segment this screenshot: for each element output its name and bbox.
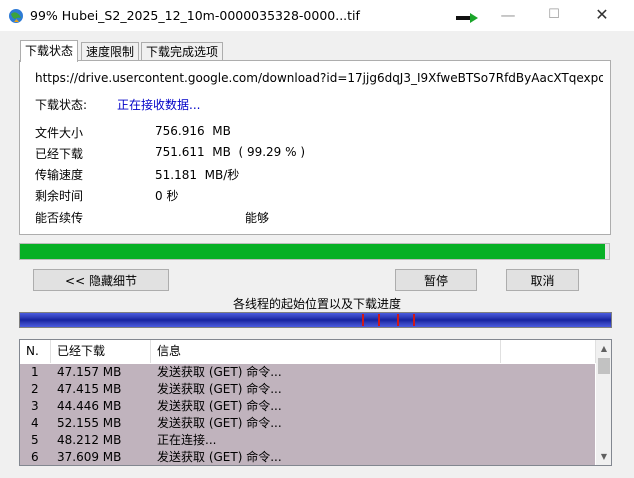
header-info[interactable]: 信息	[151, 340, 501, 363]
cancel-button[interactable]: 取消	[506, 269, 579, 291]
row-downloaded: 47.157 MB	[57, 365, 122, 379]
table-row[interactable]: 6 37.609 MB 发送获取 (GET) 命令...	[20, 449, 595, 465]
row-info: 发送获取 (GET) 命令...	[157, 399, 282, 413]
remaining-label: 剩余时间	[35, 189, 84, 203]
row-info: 发送获取 (GET) 命令...	[157, 450, 282, 464]
tab-speed-limit[interactable]: 速度限制	[81, 42, 140, 61]
status-panel: https://drive.usercontent.google.com/dow…	[19, 60, 611, 235]
status-label: 下载状态:	[35, 98, 88, 112]
close-button[interactable]: ✕	[579, 0, 625, 31]
thread-marker	[397, 314, 399, 326]
row-number: 2	[31, 382, 39, 396]
thread-marker	[378, 314, 380, 326]
row-downloaded: 44.446 MB	[57, 399, 122, 413]
header-blank	[501, 340, 596, 363]
row-info: 正在连接...	[157, 433, 217, 447]
row-downloaded: 48.212 MB	[57, 433, 122, 447]
row-number: 4	[31, 416, 39, 430]
table-row[interactable]: 3 44.446 MB 发送获取 (GET) 命令...	[20, 398, 595, 415]
title-bar: 99% Hubei_S2_2025_12_10m-0000035328-0000…	[0, 0, 634, 31]
file-size-label: 文件大小	[35, 126, 84, 140]
row-info: 发送获取 (GET) 命令...	[157, 365, 282, 379]
download-url: https://drive.usercontent.google.com/dow…	[35, 71, 603, 85]
scroll-up-icon[interactable]: ▲	[596, 340, 611, 357]
downloaded-label: 已经下载	[35, 147, 84, 161]
tab-completion-options[interactable]: 下载完成选项	[141, 42, 224, 61]
row-number: 1	[31, 365, 39, 379]
row-downloaded: 47.415 MB	[57, 382, 122, 396]
maximize-button[interactable]: ☐	[531, 0, 577, 31]
speed-label: 传输速度	[35, 168, 84, 182]
resume-label: 能否续传	[35, 211, 84, 225]
row-downloaded: 37.609 MB	[57, 450, 122, 464]
table-row[interactable]: 2 47.415 MB 发送获取 (GET) 命令...	[20, 381, 595, 398]
row-info: 发送获取 (GET) 命令...	[157, 382, 282, 396]
minimize-button[interactable]: —	[485, 0, 531, 31]
progress-fill	[20, 244, 605, 259]
scroll-down-icon[interactable]: ▼	[596, 448, 611, 465]
app-globe-icon	[9, 9, 23, 23]
thread-marker	[362, 314, 364, 326]
threads-progress-label: 各线程的起始位置以及下载进度	[232, 297, 401, 311]
row-downloaded: 52.155 MB	[57, 416, 122, 430]
vertical-scrollbar[interactable]: ▲ ▼	[596, 340, 611, 465]
threads-progress-bar	[19, 312, 612, 328]
tab-download-status[interactable]: 下载状态	[20, 40, 79, 62]
row-number: 5	[31, 433, 39, 447]
download-progress-bar	[19, 243, 610, 260]
pause-button[interactable]: 暂停	[395, 269, 477, 291]
arrow-icon	[456, 13, 478, 23]
row-info: 发送获取 (GET) 命令...	[157, 416, 282, 430]
file-size-value: 756.916 MB	[155, 124, 231, 138]
table-row[interactable]: 1 47.157 MB 发送获取 (GET) 命令...	[20, 364, 595, 381]
scroll-thumb[interactable]	[598, 358, 610, 374]
hide-details-button[interactable]: << 隐藏细节	[33, 269, 169, 291]
remaining-value: 0 秒	[155, 189, 179, 203]
row-number: 6	[31, 450, 39, 464]
status-value: 正在接收数据...	[117, 98, 201, 112]
thread-list[interactable]: N. 已经下载 信息 1 47.157 MB 发送获取 (GET) 命令... …	[19, 339, 612, 466]
thread-marker	[413, 314, 415, 326]
row-number: 3	[31, 399, 39, 413]
header-downloaded[interactable]: 已经下载	[51, 340, 151, 363]
speed-value: 51.181 MB/秒	[155, 168, 240, 182]
downloaded-value: 751.611 MB ( 99.29 % )	[155, 145, 306, 159]
table-row[interactable]: 5 48.212 MB 正在连接...	[20, 432, 595, 449]
resume-value: 能够	[245, 211, 270, 225]
header-number[interactable]: N.	[20, 340, 51, 363]
table-row[interactable]: 4 52.155 MB 发送获取 (GET) 命令...	[20, 415, 595, 432]
window-title: 99% Hubei_S2_2025_12_10m-0000035328-0000…	[30, 8, 360, 23]
